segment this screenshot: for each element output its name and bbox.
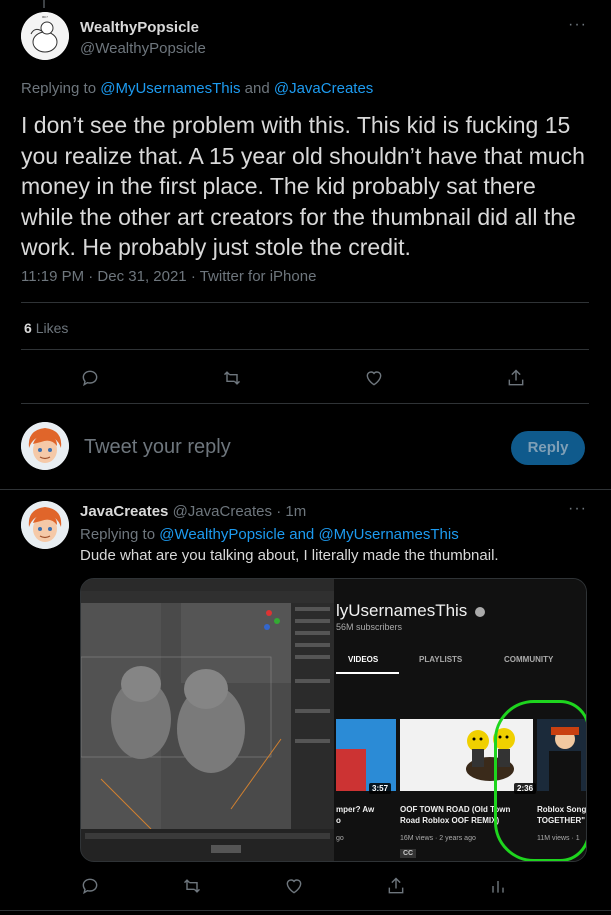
divider: [21, 403, 589, 404]
reply-actions: [0, 876, 611, 900]
tab-community: COMMUNITY: [504, 655, 554, 664]
author-name[interactable]: WealthyPopsicle: [80, 19, 199, 36]
video-meta: go: [336, 835, 344, 842]
heart-icon[interactable]: [364, 368, 388, 392]
reply-author-avatar[interactable]: [21, 501, 69, 549]
replying-to-line: Replying to @WealthyPopsicle and @MyUser…: [80, 526, 459, 543]
share-icon[interactable]: [386, 876, 410, 900]
video-duration: 3:57: [369, 783, 392, 794]
more-options-icon[interactable]: ···: [568, 16, 587, 34]
reply-body: Dude what are you talking about, I liter…: [80, 547, 499, 564]
channel-title: lyUsernamesThis: [336, 601, 486, 621]
replying-prefix: Replying to: [21, 80, 97, 97]
mention-link[interactable]: @MyUsernamesThis: [318, 526, 458, 543]
author-avatar[interactable]: Rh?: [21, 12, 69, 60]
reply-author-name[interactable]: JavaCreates: [80, 503, 168, 520]
tweet-actions: [0, 368, 611, 392]
annotation-circle: [494, 700, 586, 861]
tab-videos: VIDEOS: [348, 655, 379, 664]
replying-prefix: Replying to: [80, 526, 156, 543]
reply-author-handle[interactable]: @JavaCreates: [173, 503, 272, 520]
reply-input[interactable]: Tweet your reply: [84, 436, 231, 459]
heart-icon[interactable]: [284, 876, 308, 900]
reply-icon[interactable]: [80, 876, 104, 900]
main-tweet: Rh? WealthyPopsicle @WealthyPopsicle ···…: [0, 0, 611, 490]
author-handle[interactable]: @WealthyPopsicle: [80, 40, 206, 57]
replying-and: and: [244, 80, 270, 97]
divider: [21, 302, 589, 303]
reply-icon[interactable]: [80, 368, 104, 392]
tweet-media-image[interactable]: lyUsernamesThis 56M subscribers VIDEOS P…: [80, 578, 587, 862]
retweet-icon[interactable]: [182, 876, 206, 900]
replying-to-line: Replying to @MyUsernamesThis and @JavaCr…: [21, 80, 373, 97]
divider: [21, 349, 589, 350]
more-options-icon[interactable]: ···: [568, 500, 587, 518]
active-tab-indicator: [336, 672, 399, 674]
section-divider: [0, 910, 611, 911]
cc-badge: CC: [400, 849, 417, 858]
reply-time[interactable]: · 1m: [276, 503, 306, 520]
reply-button[interactable]: Reply: [511, 431, 585, 465]
analytics-icon[interactable]: [488, 876, 512, 900]
replying-and: and: [289, 526, 315, 543]
svg-text:Rh?: Rh?: [42, 15, 48, 19]
video-thumbnail: [336, 719, 396, 791]
user-avatar[interactable]: [21, 422, 69, 470]
tab-playlists: PLAYLISTS: [419, 655, 463, 664]
subscriber-count: 56M subscribers: [336, 622, 403, 632]
blender-screenshot: [81, 579, 334, 861]
section-divider: [0, 489, 611, 490]
video-title: mper? Aw o: [336, 805, 375, 825]
likes-count[interactable]: 6 Likes: [24, 320, 68, 336]
mention-link[interactable]: @JavaCreates: [274, 80, 373, 97]
video-meta: 16M views · 2 years ago: [400, 835, 476, 842]
retweet-icon[interactable]: [222, 368, 246, 392]
likes-label: Likes: [35, 320, 69, 336]
mention-link[interactable]: @WealthyPopsicle: [159, 526, 285, 543]
like-count-number: 6: [24, 320, 32, 336]
share-icon[interactable]: [506, 368, 530, 392]
mention-link[interactable]: @MyUsernamesThis: [100, 80, 240, 97]
verified-icon: [475, 606, 486, 617]
reply-author-line: JavaCreates @JavaCreates · 1m: [80, 503, 306, 520]
tweet-body: I don’t see the problem with this. This …: [21, 112, 585, 260]
tweet-timestamp[interactable]: 11:19 PM · Dec 31, 2021 · Twitter for iP…: [21, 268, 316, 285]
